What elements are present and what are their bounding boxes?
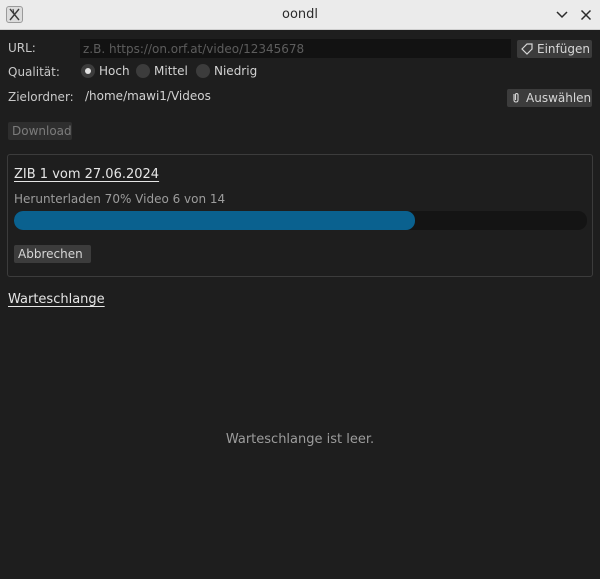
job-status: Herunterladen 70% Video 6 von 14 bbox=[14, 192, 226, 206]
progress-fill bbox=[14, 211, 416, 230]
radio-unselected-icon bbox=[196, 64, 210, 78]
quality-option-hoch[interactable]: Hoch bbox=[81, 64, 130, 78]
close-button[interactable] bbox=[578, 7, 594, 23]
cancel-button[interactable]: Abbrechen bbox=[14, 245, 91, 263]
download-button-label: Download bbox=[12, 124, 72, 138]
url-label: URL: bbox=[8, 41, 36, 55]
queue-title: Warteschlange bbox=[8, 292, 105, 307]
cancel-button-label: Abbrechen bbox=[18, 247, 83, 261]
quality-option-label: Mittel bbox=[154, 64, 188, 78]
quality-label: Qualität: bbox=[8, 65, 60, 79]
clip-icon bbox=[513, 92, 519, 103]
paste-button-label: Einfügen bbox=[537, 42, 590, 56]
window-title: oondl bbox=[281, 7, 318, 22]
url-input[interactable] bbox=[80, 39, 511, 58]
job-title: ZIB 1 vom 27.06.2024 bbox=[14, 167, 160, 182]
folder-label: Zielordner: bbox=[8, 90, 74, 104]
quality-option-mittel[interactable]: Mittel bbox=[136, 64, 188, 78]
current-download-panel: ZIB 1 vom 27.06.2024 Herunterladen 70% V… bbox=[7, 154, 593, 277]
chevron-down-icon bbox=[556, 11, 568, 19]
choose-folder-button[interactable]: Auswählen bbox=[507, 89, 592, 107]
folder-path: /home/mawi1/Videos bbox=[85, 89, 211, 103]
radio-selected-icon bbox=[81, 64, 95, 78]
title-bar: oondl bbox=[0, 0, 600, 30]
download-button[interactable]: Download bbox=[8, 122, 72, 140]
paste-button[interactable]: Einfügen bbox=[517, 40, 592, 58]
tag-icon bbox=[521, 43, 533, 55]
minimize-button[interactable] bbox=[554, 7, 570, 23]
radio-unselected-icon bbox=[136, 64, 150, 78]
quality-option-niedrig[interactable]: Niedrig bbox=[196, 64, 257, 78]
quality-option-label: Hoch bbox=[99, 64, 130, 78]
quality-option-label: Niedrig bbox=[214, 64, 258, 78]
choose-folder-label: Auswählen bbox=[526, 91, 592, 105]
close-icon bbox=[580, 9, 592, 21]
progress-bar bbox=[14, 211, 587, 230]
queue-empty-message: Warteschlange ist leer. bbox=[225, 432, 375, 447]
